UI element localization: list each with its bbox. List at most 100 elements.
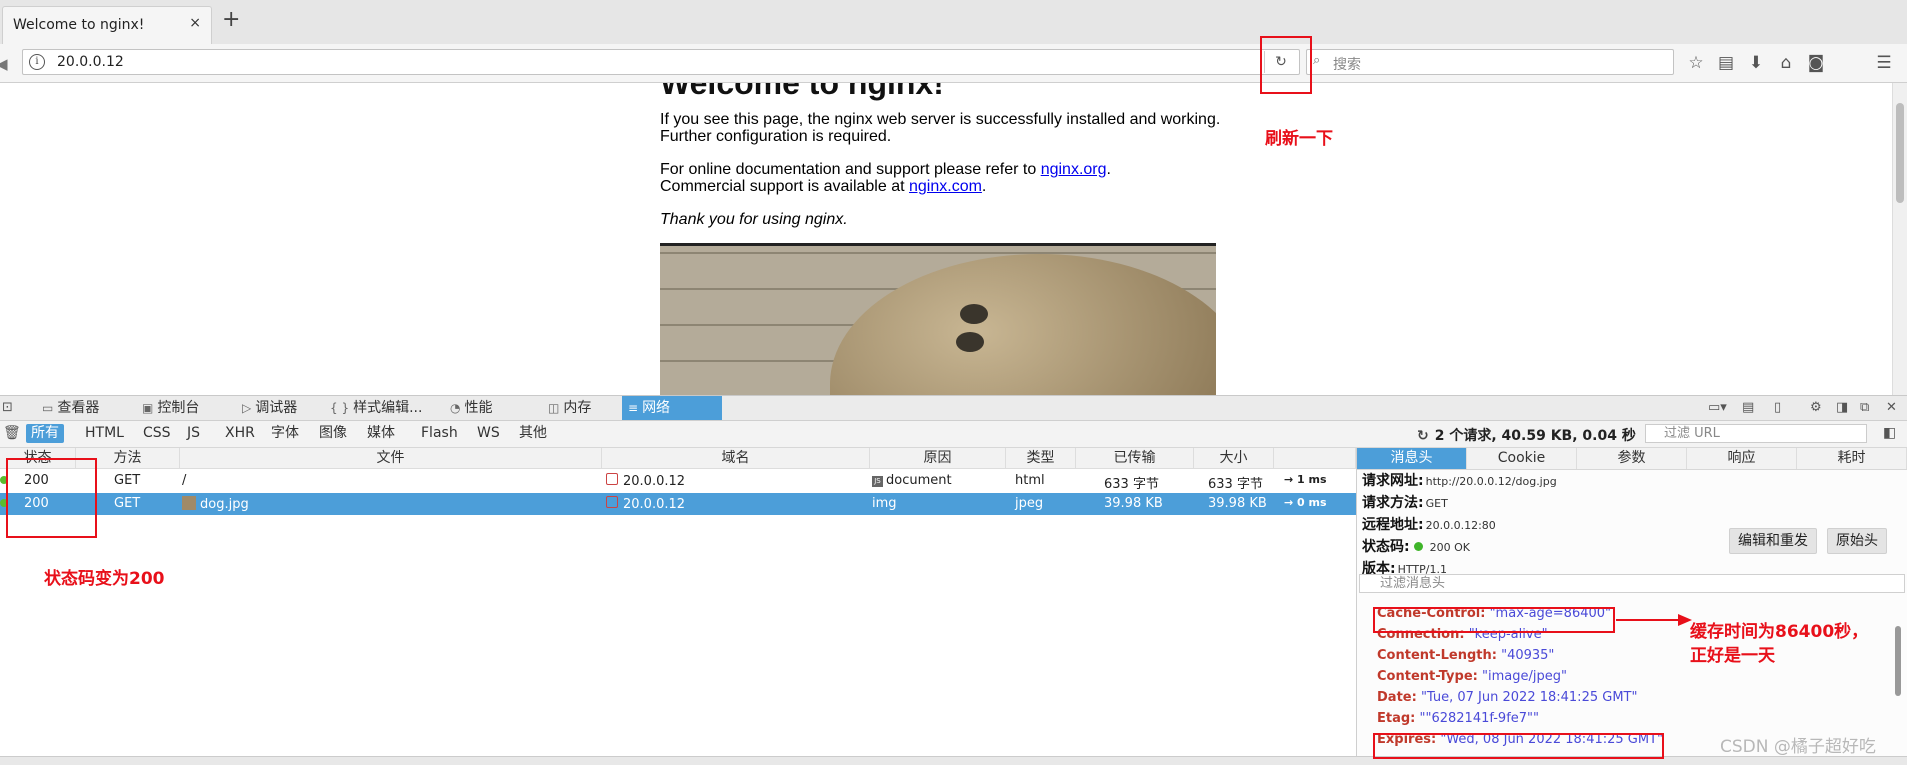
- inspector-icon: ▭: [42, 401, 54, 415]
- tab-performance-label: 性能: [464, 400, 493, 416]
- expires-highlight-box: [1373, 733, 1664, 759]
- col-type[interactable]: 类型: [1006, 448, 1076, 469]
- search-placeholder[interactable]: 搜索: [1333, 54, 1361, 74]
- tab-performance[interactable]: ◔ 性能: [444, 396, 520, 420]
- row-timing: → 0 ms: [1284, 496, 1327, 509]
- commercial-suffix: .: [981, 178, 987, 195]
- details-scrollbar[interactable]: [1892, 626, 1904, 756]
- filter-ws[interactable]: WS: [472, 424, 505, 443]
- row-domain: 20.0.0.12: [623, 497, 686, 512]
- new-tab-button[interactable]: +: [222, 9, 240, 31]
- reload-summary-icon[interactable]: ↻: [1417, 428, 1429, 444]
- tab-close-icon[interactable]: ×: [189, 15, 201, 31]
- filter-other[interactable]: 其他: [514, 424, 552, 443]
- request-method-row: 请求方法: GET: [1362, 492, 1448, 512]
- pick-element-icon[interactable]: ⊡: [2, 400, 13, 415]
- settings-gear-icon[interactable]: ⚙: [1810, 400, 1822, 415]
- menu-icon[interactable]: ☰: [1874, 53, 1894, 73]
- docs-suffix: .: [1106, 161, 1111, 178]
- filter-fonts[interactable]: 字体: [266, 424, 304, 443]
- dock-side-icon[interactable]: ◨: [1836, 400, 1848, 415]
- cache-control-highlight-box: [1373, 607, 1615, 633]
- nginx-com-link[interactable]: nginx.com: [909, 178, 982, 195]
- filter-css[interactable]: CSS: [138, 424, 176, 443]
- request-table: 状态 方法 文件 域名 原因 类型 已传输 大小 200 GET / 20.0.…: [0, 448, 1357, 765]
- tab-network[interactable]: ≡ 网络: [622, 396, 722, 420]
- debugger-icon: ▷: [242, 401, 252, 415]
- filter-all[interactable]: 所有: [26, 424, 64, 443]
- row-file: /: [182, 473, 187, 488]
- edit-resend-button[interactable]: 编辑和重发: [1729, 528, 1817, 554]
- url-text[interactable]: 20.0.0.12: [57, 54, 124, 70]
- filter-js[interactable]: JS: [182, 424, 205, 443]
- site-info-icon[interactable]: i: [29, 54, 45, 70]
- filter-xhr[interactable]: XHR: [220, 424, 260, 443]
- tab-console[interactable]: ▣ 控制台: [136, 396, 222, 420]
- page-scrollbar[interactable]: [1892, 83, 1907, 395]
- url-bar[interactable]: i 20.0.0.12 ↻: [22, 49, 1300, 75]
- separate-window-icon[interactable]: ⧉: [1860, 400, 1869, 415]
- split-console-icon[interactable]: ▤: [1742, 400, 1754, 415]
- home-icon[interactable]: ⌂: [1776, 53, 1796, 73]
- network-filter-bar: 🗑 所有 HTML CSS JS XHR 字体 图像 媒体 Flash WS 其…: [0, 421, 1907, 448]
- search-bar[interactable]: ⌕ 搜索: [1306, 49, 1674, 75]
- scrollbar-thumb[interactable]: [1895, 626, 1901, 696]
- tab-debugger[interactable]: ▷ 调试器: [236, 396, 322, 420]
- reading-list-icon[interactable]: ▤: [1716, 53, 1736, 73]
- row-file-cell: dog.jpg: [182, 496, 249, 512]
- pocket-icon[interactable]: ◙: [1806, 53, 1826, 73]
- tab-network-label: 网络: [642, 400, 671, 416]
- remote-address-row: 远程地址: 20.0.0.12:80: [1362, 514, 1496, 534]
- raw-headers-button[interactable]: 原始头: [1827, 528, 1887, 554]
- filter-images[interactable]: 图像: [314, 424, 352, 443]
- filter-html[interactable]: HTML: [80, 424, 129, 443]
- bookmark-star-icon[interactable]: ☆: [1686, 53, 1706, 73]
- memory-icon: ◫: [548, 401, 560, 415]
- tab-inspector[interactable]: ▭ 查看器: [36, 396, 122, 420]
- browser-tab[interactable]: Welcome to nginx! ×: [2, 6, 212, 44]
- col-transferred[interactable]: 已传输: [1076, 448, 1194, 469]
- responsive-mode-icon[interactable]: ▯: [1774, 400, 1781, 415]
- dog-image-detail: [960, 304, 988, 324]
- tab-style-editor[interactable]: { } 样式编辑...: [324, 396, 434, 420]
- tab-memory[interactable]: ◫ 内存: [542, 396, 618, 420]
- download-icon[interactable]: ⬇: [1746, 53, 1766, 73]
- tab-cookies[interactable]: Cookie: [1467, 448, 1577, 469]
- network-icon: ≡: [628, 401, 639, 415]
- tab-headers[interactable]: 消息头: [1357, 448, 1467, 469]
- col-file[interactable]: 文件: [180, 448, 602, 469]
- response-header: Etag: ""6282141f-9fe7"": [1377, 711, 1539, 726]
- image-thumbnail-icon: [182, 496, 196, 510]
- tab-timings[interactable]: 耗时: [1797, 448, 1907, 469]
- close-devtools-icon[interactable]: ✕: [1886, 400, 1897, 415]
- dock-options-icon[interactable]: ▭▾: [1708, 400, 1727, 415]
- row-method: GET: [114, 496, 141, 511]
- col-cause[interactable]: 原因: [870, 448, 1006, 469]
- style-editor-icon: { }: [330, 401, 350, 415]
- filter-flash[interactable]: Flash: [416, 424, 463, 443]
- tab-response[interactable]: 响应: [1687, 448, 1797, 469]
- filter-media[interactable]: 媒体: [362, 424, 400, 443]
- thanks-paragraph: Thank you for using nginx.: [660, 211, 848, 228]
- header-name: Etag:: [1377, 711, 1416, 726]
- toggle-sidebar-icon[interactable]: ◧: [1878, 424, 1901, 443]
- row-cause: img: [872, 496, 897, 511]
- header-filter-input[interactable]: 过滤消息头: [1359, 574, 1905, 593]
- reload-highlight-box: [1260, 36, 1312, 94]
- devtools-toolbar: ⊡ ▭ 查看器 ▣ 控制台 ▷ 调试器 { } 样式编辑... ◔ 性能 ◫ 内存 ≡ 网络 …: [0, 396, 1907, 421]
- status-note: 状态码变为200: [44, 569, 165, 589]
- tab-params[interactable]: 参数: [1577, 448, 1687, 469]
- clear-requests-icon[interactable]: 🗑: [0, 424, 26, 443]
- remote-address-value: 20.0.0.12:80: [1425, 519, 1496, 532]
- table-row[interactable]: 200 GET / 20.0.0.12 JS document html 633 …: [0, 470, 1356, 492]
- col-size[interactable]: 大小: [1194, 448, 1274, 469]
- scrollbar-thumb[interactable]: [1896, 103, 1904, 203]
- table-row[interactable]: 200 GET dog.jpg 20.0.0.12 img jpeg 39.98…: [0, 493, 1356, 515]
- url-filter-input[interactable]: 过滤 URL: [1645, 424, 1867, 443]
- dog-image-detail: [956, 332, 984, 352]
- request-method-label: 请求方法:: [1362, 495, 1424, 511]
- col-timeline[interactable]: [1274, 448, 1356, 469]
- back-arrow-icon[interactable]: ◀: [0, 55, 8, 73]
- nginx-org-link[interactable]: nginx.org: [1041, 161, 1107, 178]
- col-domain[interactable]: 域名: [602, 448, 870, 469]
